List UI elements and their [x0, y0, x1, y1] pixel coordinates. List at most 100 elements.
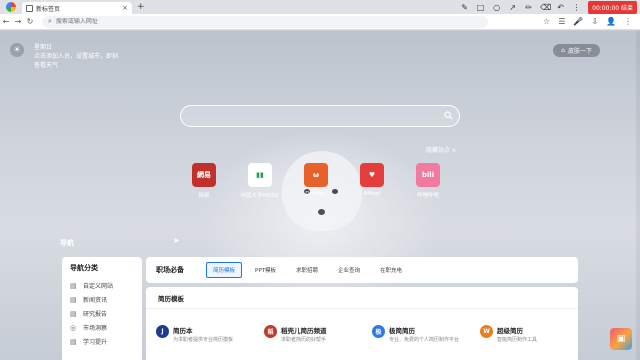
close-tab-icon[interactable]: ×	[122, 4, 128, 12]
nav-item-market[interactable]: ◎ 市场洞察	[70, 323, 134, 333]
report-icon: ▤	[70, 309, 77, 318]
new-tab-page: ☀ 星期日 点击添加人员，设置城市，即刻 查看天气 ⌂ 皮肤一下 隐藏站点 ∧ …	[0, 31, 640, 360]
weather-icon[interactable]: ☀	[10, 43, 24, 57]
jijian-logo-icon: 极	[372, 325, 385, 338]
forward-icon[interactable]: →	[12, 17, 24, 26]
microphone-icon[interactable]: 🎤	[573, 17, 583, 26]
heart-logo-icon: ♥	[360, 163, 384, 187]
netease-logo-icon: 網易	[192, 163, 216, 187]
site-mooc[interactable]: ▮▮ 中国大学MOOC	[240, 163, 280, 199]
resume-card-desc: 专业、免费的个人简历制作平台	[389, 337, 460, 343]
mouse-cursor-icon: ➤	[173, 236, 180, 245]
site-label: 哔哩哔哩	[416, 193, 439, 199]
divider	[146, 308, 578, 309]
pencil-icon[interactable]: ✏	[524, 3, 533, 12]
circle-icon[interactable]: ○	[492, 3, 501, 12]
fox-nose	[318, 209, 325, 215]
nav-item-news[interactable]: ▤ 新闻资讯	[70, 295, 134, 305]
resume-card-desc: 求职者简历的好帮手	[281, 337, 327, 343]
bookmark-icon[interactable]: ☆	[543, 17, 550, 26]
site-netease[interactable]: 網易 网易	[190, 163, 218, 199]
weather-hint-2: 查看天气	[34, 62, 59, 69]
nav-item-learning[interactable]: ▤ 学习提升	[70, 337, 134, 347]
chip-learning[interactable]: 在职充电	[373, 262, 409, 278]
site-label: 中国大学MOOC	[240, 193, 280, 199]
change-skin-label: 皮肤一下	[567, 48, 592, 55]
hide-sites-toggle[interactable]: 隐藏站点 ∧	[426, 145, 456, 154]
shirt-icon: ⌂	[561, 47, 565, 54]
nav-item-research[interactable]: ▤ 研究报告	[70, 309, 134, 319]
quick-sites: 網易 网易 ▮▮ 中国大学MOOC ω DouBao ♥ AMapi bili …	[190, 163, 442, 199]
doubao-logo-icon: ω	[304, 163, 328, 187]
nav-item-custom-sites[interactable]: ▤ 自定义网站	[70, 281, 134, 291]
chip-resume-templates[interactable]: 简历模板	[206, 262, 243, 278]
market-icon: ◎	[70, 323, 77, 332]
tab-new-tab[interactable]: 新标签页 ×	[22, 2, 132, 14]
search-box[interactable]	[180, 105, 460, 127]
search-icon: ⌕	[48, 17, 52, 25]
site-label: DouBao	[305, 191, 327, 197]
page-icon	[26, 4, 33, 12]
mooc-logo-icon: ▮▮	[248, 163, 272, 187]
career-essentials-bar: 职场必备 简历模板 PPT模板 求职招聘 企业查询 在职充电	[146, 257, 578, 283]
weather-hint: 点击添加人员，设置城市，即刻	[34, 53, 119, 60]
change-skin-button[interactable]: ⌂ 皮肤一下	[553, 44, 600, 57]
undo-icon[interactable]: ↶	[556, 3, 565, 12]
search-icon[interactable]	[444, 111, 453, 120]
rectangle-icon[interactable]: □	[476, 3, 485, 12]
resume-templates-panel: 简历模板 J 简历本 为求职者提供专业简历模板 稻 稻壳儿简历频道 求职者简历的…	[146, 287, 578, 360]
docer-logo-icon: 稻	[264, 325, 277, 338]
tab-title: 新标签页	[36, 5, 61, 13]
site-bilibili[interactable]: bili 哔哩哔哩	[414, 163, 442, 199]
resume-card-desc: 智能简历制作工具	[497, 337, 538, 343]
profile-icon[interactable]: 👤	[606, 17, 616, 26]
site-label: 网易	[198, 193, 210, 199]
super-resume-logo-icon: W	[480, 325, 493, 338]
more-icon[interactable]: ⋮	[572, 3, 581, 12]
resume-card-desc: 为求职者提供专业简历模板	[173, 337, 234, 343]
nav-item-label: 新闻资讯	[83, 297, 108, 304]
address-input[interactable]	[55, 18, 436, 25]
resume-card-list: J 简历本 为求职者提供专业简历模板 稻 稻壳儿简历频道 求职者简历的好帮手 极…	[156, 325, 572, 344]
learning-icon: ▤	[70, 337, 77, 346]
reload-icon[interactable]: ↻	[24, 17, 36, 26]
stop-recording-button[interactable]: 00:00:00 结束	[588, 0, 637, 14]
resume-card-name: 超级简历	[497, 327, 523, 335]
bilibili-logo-icon: bili	[416, 163, 440, 187]
resume-card-name: 极简简历	[389, 327, 415, 335]
chip-company-lookup[interactable]: 企业查询	[331, 262, 367, 278]
chip-ppt-templates[interactable]: PPT模板	[248, 262, 283, 278]
chip-job-search[interactable]: 求职招聘	[289, 262, 325, 278]
page-scrollbar[interactable]	[636, 31, 640, 360]
browser-logo-icon	[6, 2, 16, 12]
menu-list-icon[interactable]: ☰	[558, 17, 565, 26]
site-doubao[interactable]: ω DouBao	[302, 163, 330, 199]
resume-card[interactable]: 稻 稻壳儿简历频道 求职者简历的好帮手	[264, 325, 356, 344]
resume-panel-title: 简历模板	[158, 295, 184, 303]
download-icon[interactable]: ⇩	[591, 17, 598, 26]
eraser-icon[interactable]: ⌫	[540, 3, 551, 12]
site-amapi[interactable]: ♥ AMapi	[358, 163, 386, 199]
news-icon: ▤	[70, 295, 77, 304]
nav-item-label: 研究报告	[83, 311, 108, 318]
nav-heading[interactable]: 导航	[60, 238, 74, 248]
arrow-icon[interactable]: ↗	[508, 3, 517, 12]
custom-sites-icon: ▤	[70, 281, 77, 290]
resume-card[interactable]: J 简历本 为求职者提供专业简历模板	[156, 325, 248, 344]
settings-menu-icon[interactable]: ⋮	[624, 17, 632, 26]
annotation-toolbar: ✎ □ ○ ↗ ✏ ⌫ ↶ ⋮ 00:00:00 结束	[460, 0, 640, 14]
back-icon[interactable]: ←	[0, 17, 12, 26]
nav-category-title: 导航分类	[70, 264, 98, 272]
resume-card-name: 稻壳儿简历频道	[281, 327, 327, 335]
weather-widget[interactable]: 星期日 点击添加人员，设置城市，即刻 查看天气	[34, 43, 118, 70]
resume-card[interactable]: W 超级简历 智能简历制作工具	[480, 325, 572, 344]
floating-app-icon[interactable]: ▣	[610, 328, 632, 350]
new-tab-button[interactable]: +	[137, 2, 145, 12]
address-bar[interactable]: ⌕	[42, 15, 488, 28]
resume-card[interactable]: 极 极简简历 专业、免费的个人简历制作平台	[372, 325, 464, 344]
site-label: AMapi	[363, 191, 381, 197]
career-title: 职场必备	[156, 266, 184, 274]
jianliben-logo-icon: J	[156, 325, 169, 338]
pen-icon[interactable]: ✎	[460, 3, 469, 12]
nav-item-label: 自定义网站	[83, 283, 114, 290]
